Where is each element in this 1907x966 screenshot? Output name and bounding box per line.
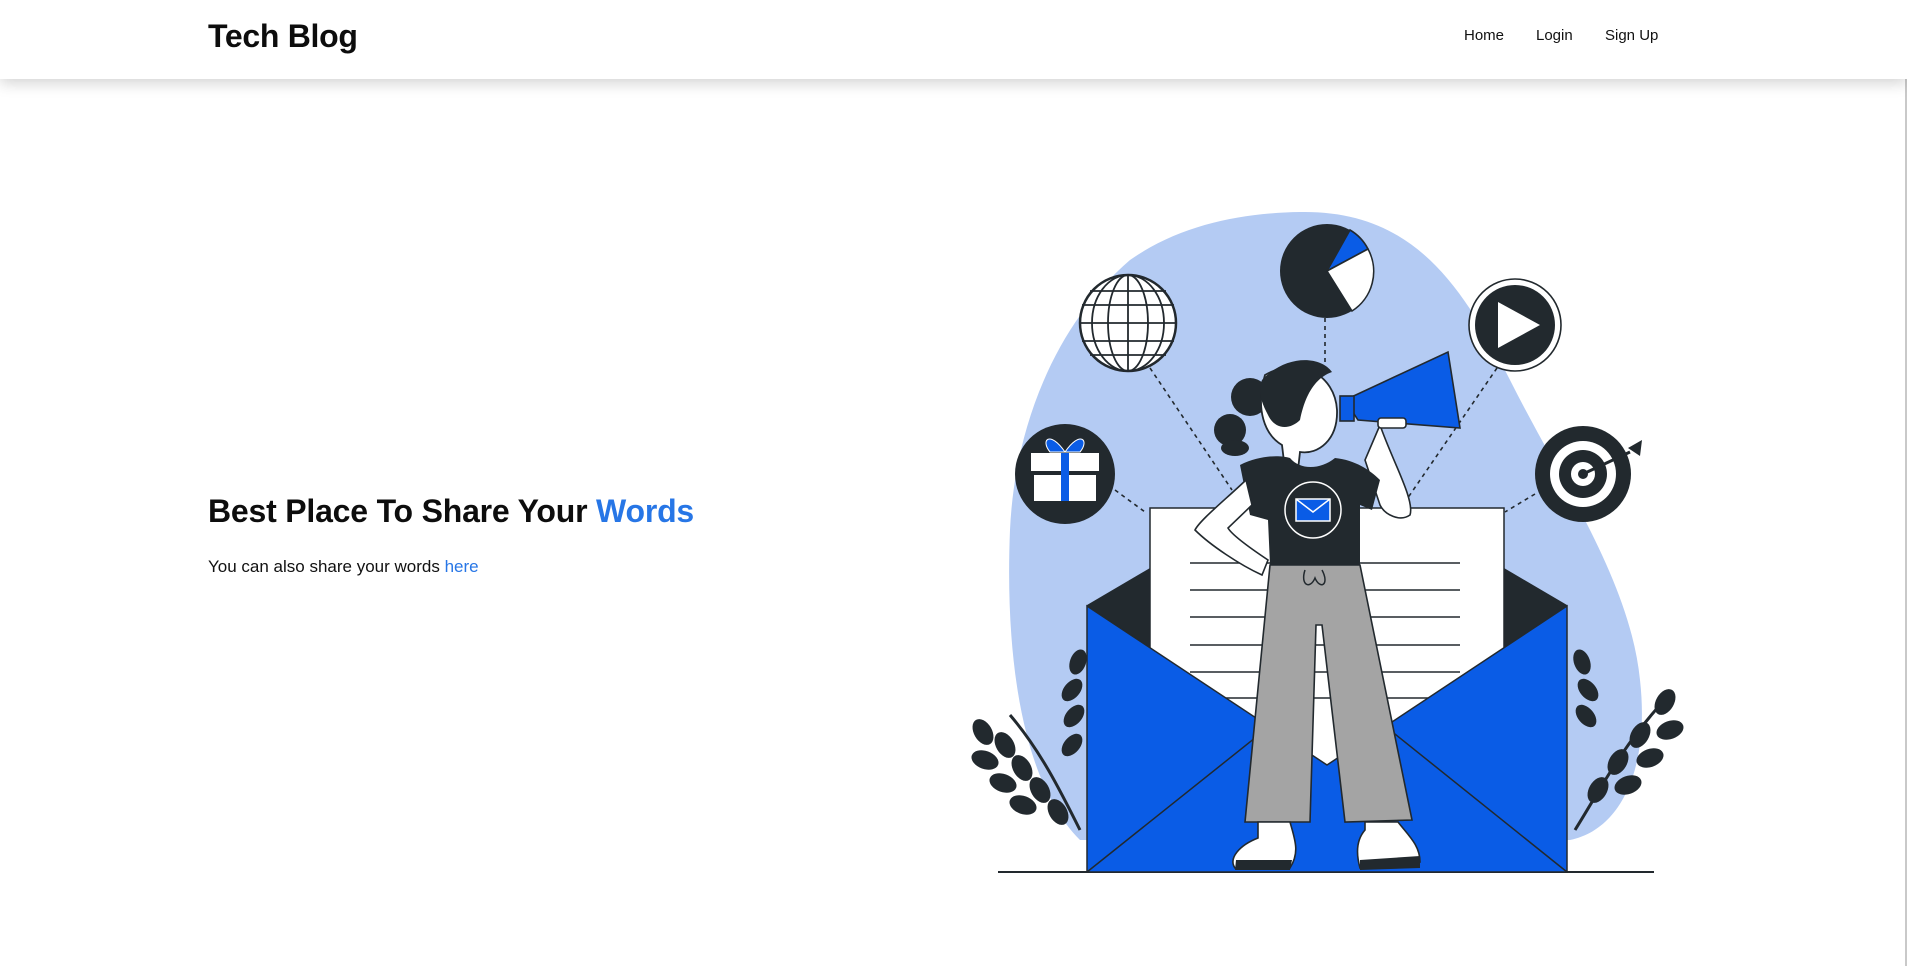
pie-chart-icon: [1280, 224, 1375, 318]
nav-login-link[interactable]: Login: [1536, 27, 1573, 44]
hero-illustration: [971, 211, 1684, 873]
nav-signup-link[interactable]: Sign Up: [1605, 27, 1658, 44]
hero-title-accent: Words: [596, 493, 695, 529]
nav-home-link[interactable]: Home: [1464, 27, 1504, 44]
hero-title-prefix: Best Place To Share Your: [208, 493, 588, 529]
brand-logo[interactable]: Tech Blog: [208, 18, 358, 55]
hero-title: Best Place To Share Your Words: [208, 493, 694, 530]
hero-subtitle-text: You can also share your words: [208, 557, 440, 576]
navbar: Tech Blog Home Login Sign Up: [0, 0, 1907, 79]
target-icon: [1535, 426, 1642, 522]
hero-subtitle: You can also share your words here: [208, 557, 479, 577]
share-here-link[interactable]: here: [445, 557, 479, 576]
play-icon: [1468, 278, 1562, 372]
globe-icon: [1078, 273, 1178, 373]
gift-icon: [1015, 424, 1115, 524]
